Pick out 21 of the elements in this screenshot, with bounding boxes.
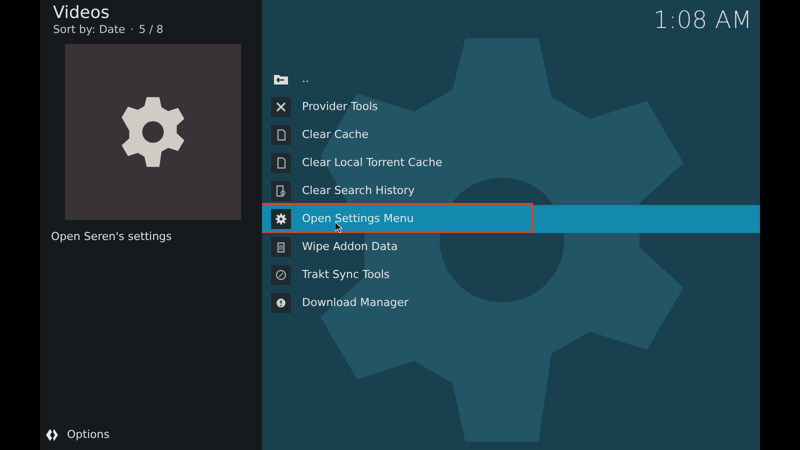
- list-item[interactable]: Provider Tools: [262, 93, 760, 121]
- item-position: 5 / 8: [138, 23, 164, 37]
- trash-icon: [271, 237, 291, 257]
- options-icon: [45, 428, 59, 442]
- options-button[interactable]: Options: [67, 426, 110, 443]
- list-item[interactable]: Trakt Sync Tools: [262, 261, 760, 289]
- list-item[interactable]: Clear Cache: [262, 121, 760, 149]
- document-icon: [271, 125, 291, 145]
- search-document-icon: [271, 181, 291, 201]
- list-item[interactable]: ..: [262, 65, 760, 93]
- document-icon: [271, 153, 291, 173]
- separator: ·: [130, 23, 134, 37]
- list-item[interactable]: Wipe Addon Data: [262, 233, 760, 261]
- clock: 1:08 AM: [653, 5, 752, 36]
- preview-caption: Open Seren's settings: [50, 229, 173, 245]
- list-item[interactable]: Clear Search History: [262, 177, 760, 205]
- sort-label: Sort by: Date: [53, 23, 126, 37]
- gear-icon: [271, 209, 291, 229]
- list-item[interactable]: Clear Local Torrent Cache: [262, 149, 760, 177]
- window-title: Videos: [53, 3, 110, 23]
- list-item[interactable]: Download Manager: [262, 289, 760, 317]
